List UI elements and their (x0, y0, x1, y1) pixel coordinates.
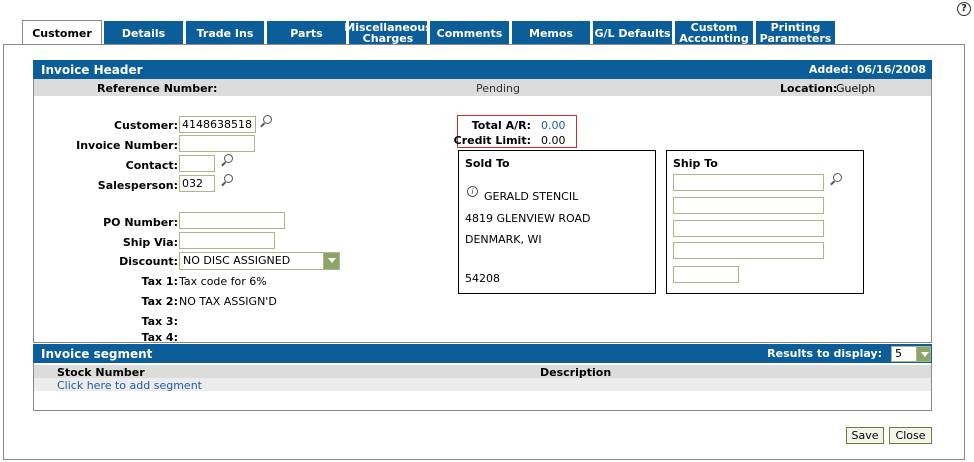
ship-via-input[interactable] (179, 232, 275, 249)
ship-to-title: Ship To (673, 157, 718, 170)
sold-to-name: GERALD STENCIL (484, 190, 579, 203)
invoice-header-title: Invoice Header (41, 62, 143, 77)
ship-to-line2-input[interactable] (673, 197, 824, 214)
salesperson-label: Salesperson: (97, 179, 178, 192)
location-value: Guelph (836, 82, 876, 95)
tax3-label: Tax 3: (141, 315, 179, 328)
ship-to-line3-input[interactable] (673, 220, 824, 237)
salesperson-search-icon[interactable] (220, 174, 233, 187)
tax1-value: Tax code for 6% (179, 275, 267, 288)
ship-to-line4-input[interactable] (673, 242, 824, 259)
credit-limit-label: Credit Limit: (453, 134, 531, 147)
reference-number-label: Reference Number: (97, 82, 218, 95)
sold-to-box: Sold To i GERALD STENCIL 4819 GLENVIEW R… (458, 150, 656, 294)
tax4-label: Tax 4: (141, 331, 179, 344)
po-number-label: PO Number: (103, 216, 178, 229)
tab-miscellaneous-charges[interactable]: Miscellaneous Charges (344, 20, 432, 45)
total-ar-value: 0.00 (541, 119, 566, 132)
info-icon[interactable]: i (467, 186, 478, 197)
sold-to-address: 4819 GLENVIEW ROAD (465, 212, 591, 225)
results-value: 5 (895, 347, 902, 360)
segment-table-header (34, 365, 931, 378)
salesperson-input[interactable] (179, 175, 215, 192)
location-label: Location: (780, 82, 838, 95)
invoice-number-input[interactable] (179, 135, 255, 152)
credit-limit-value: 0.00 (541, 134, 566, 147)
tax1-label: Tax 1: (141, 275, 179, 288)
sold-to-zip: 54208 (465, 272, 500, 285)
tax2-value: NO TAX ASSIGN'D (179, 295, 277, 308)
invoice-segment-bar: Invoice segment Results to display: (33, 344, 932, 363)
contact-input[interactable] (179, 155, 215, 172)
ship-via-label: Ship Via: (122, 236, 178, 249)
tab-printing-parameters[interactable]: Printing Parameters (755, 20, 836, 45)
tab-trade-ins[interactable]: Trade Ins (185, 20, 265, 45)
tab-customer[interactable]: Customer (22, 20, 102, 46)
invoice-number-label: Invoice Number: (76, 139, 178, 152)
close-button[interactable]: Close (889, 427, 932, 444)
tab-memos[interactable]: Memos (511, 20, 591, 45)
tab-parts[interactable]: Parts (266, 20, 347, 45)
chevron-down-icon[interactable] (323, 253, 339, 269)
tab-details[interactable]: Details (103, 20, 184, 45)
customer-search-icon[interactable] (259, 115, 272, 128)
invoice-status: Pending (476, 82, 520, 95)
discount-select[interactable]: NO DISC ASSIGNED (179, 252, 340, 270)
contact-search-icon[interactable] (220, 154, 233, 167)
sold-to-title: Sold To (465, 157, 510, 170)
customer-label: Customer: (113, 119, 178, 132)
invoice-header-bar: Invoice Header Added: 06/16/2008 (33, 60, 932, 79)
tab-custom-accounting[interactable]: Custom Accounting (674, 20, 754, 45)
help-icon[interactable]: ? (957, 2, 971, 16)
invoice-segment-title: Invoice segment (41, 346, 153, 361)
ship-to-search-icon[interactable] (829, 173, 842, 186)
discount-value: NO DISC ASSIGNED (183, 254, 291, 267)
tab-gl-defaults[interactable]: G/L Defaults (592, 20, 673, 45)
customer-input[interactable] (179, 116, 256, 133)
discount-label: Discount: (119, 255, 178, 268)
contact-label: Contact: (125, 159, 178, 172)
tax2-label: Tax 2: (141, 295, 179, 308)
add-segment-link[interactable]: Click here to add segment (57, 379, 202, 392)
save-button[interactable]: Save (846, 427, 884, 444)
total-ar-label: Total A/R: (471, 119, 531, 132)
results-chevron-down-icon[interactable] (916, 347, 930, 361)
tab-comments[interactable]: Comments (429, 20, 510, 45)
po-number-input[interactable] (179, 212, 285, 229)
results-label: Results to display: (767, 347, 882, 360)
sold-to-city: DENMARK, WI (465, 233, 542, 246)
ship-to-zip-input[interactable] (673, 266, 739, 283)
results-select[interactable]: 5 (891, 346, 931, 362)
tab-bar: Customer Details Trade Ins Parts Miscell… (22, 20, 837, 46)
ship-to-line1-input[interactable] (673, 174, 824, 191)
added-date: Added: 06/16/2008 (808, 63, 926, 76)
